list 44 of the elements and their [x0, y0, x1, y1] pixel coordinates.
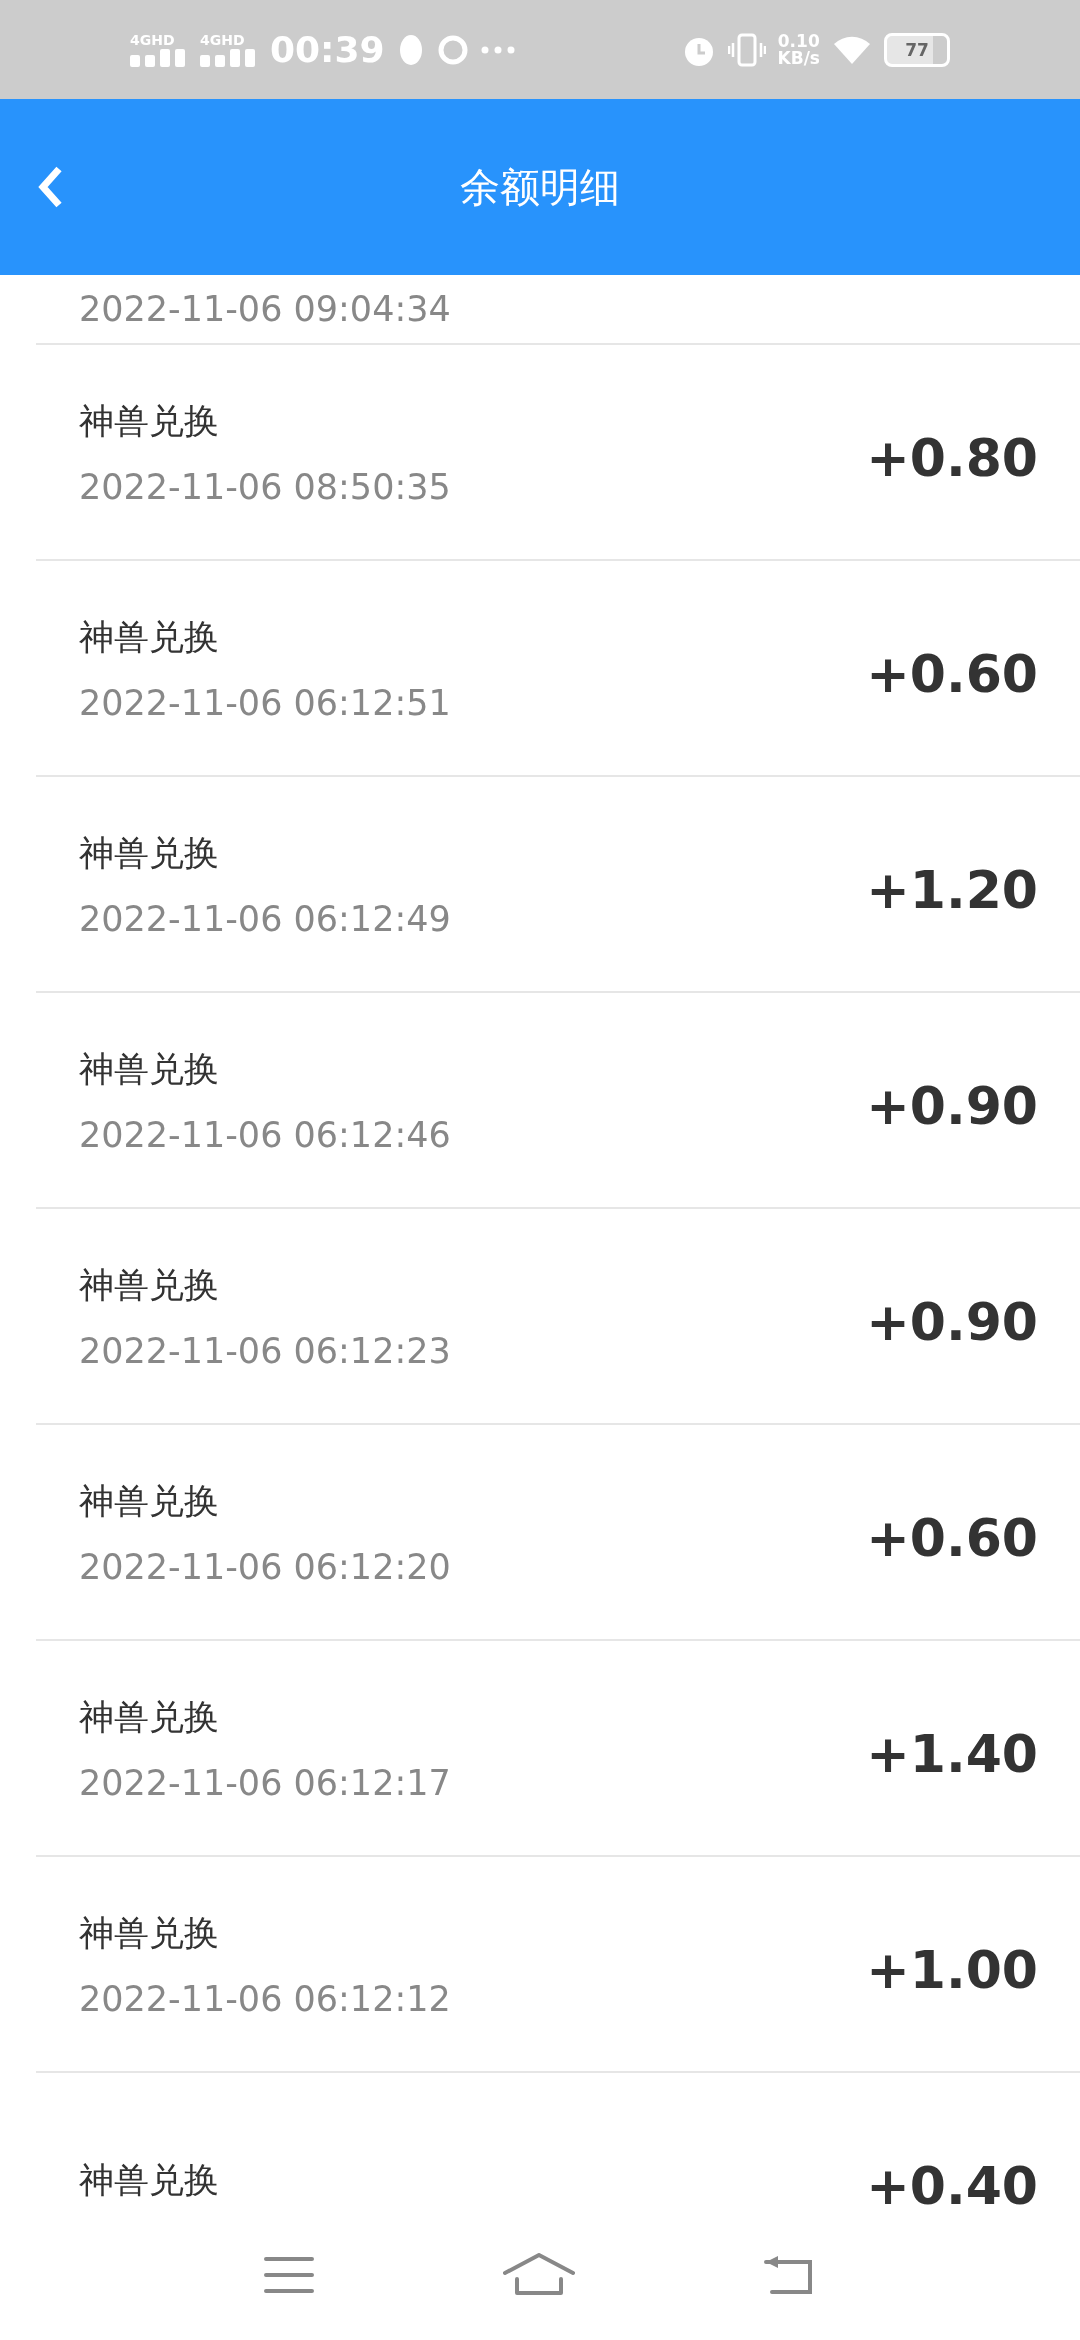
- record-row[interactable]: 神兽兑换 2022-11-06 08:50:35 +0.80: [36, 345, 1080, 561]
- record-time: 2022-11-06 08:50:35: [79, 466, 451, 507]
- record-time: 2022-11-06 06:12:23: [79, 1330, 451, 1371]
- record-title: 神兽兑换: [79, 1911, 220, 1955]
- signal-icon: [200, 48, 258, 67]
- record-title: 神兽兑换: [79, 1695, 220, 1739]
- record-amount: +1.40: [866, 1724, 1038, 1784]
- record-time: 2022-11-06 06:12:12: [79, 1978, 451, 2019]
- signal-icon: [130, 48, 188, 67]
- record-title: 神兽兑换: [79, 831, 220, 875]
- record-amount: +0.40: [866, 2156, 1038, 2210]
- record-time: 2022-11-06 06:12:17: [79, 1762, 451, 1803]
- record-time: 2022-11-06 06:12:20: [79, 1546, 451, 1587]
- home-icon[interactable]: [503, 2253, 575, 2297]
- record-title: 神兽兑换: [79, 2158, 219, 2202]
- record-row[interactable]: 神兽兑换 2022-11-06 06:12:23 +0.90: [36, 1209, 1080, 1425]
- record-row[interactable]: 神兽兑换 2022-11-06 06:12:49 +1.20: [36, 777, 1080, 993]
- record-time: 2022-11-06 06:12:46: [79, 1114, 451, 1155]
- record-amount: +1.00: [866, 1940, 1038, 2000]
- record-title: 神兽兑换: [79, 1479, 220, 1523]
- record-row[interactable]: 神兽兑换 2022-11-06 06:12:51 +0.60: [36, 561, 1080, 777]
- record-amount: +1.20: [866, 860, 1038, 920]
- record-title: 神兽兑换: [79, 1263, 220, 1307]
- more-icon: [480, 45, 515, 54]
- record-title: 神兽兑换: [79, 615, 220, 659]
- menu-icon[interactable]: [264, 2256, 315, 2294]
- record-amount: +0.80: [866, 428, 1038, 488]
- record-title: 神兽兑换: [79, 399, 220, 443]
- record-title: 神兽兑换: [79, 1047, 220, 1091]
- battery-indicator: 77: [884, 32, 950, 67]
- record-time: 2022-11-06 06:12:51: [79, 682, 451, 723]
- page-title: 余额明细: [460, 162, 620, 212]
- record-time: 2022-11-06 06:12:49: [79, 898, 451, 939]
- record-row[interactable]: 神兽兑换 2022-11-06 06:12:12 +1.00: [36, 1857, 1080, 2073]
- record-amount: +0.90: [866, 1076, 1038, 1136]
- record-amount: +0.60: [866, 644, 1038, 704]
- record-row[interactable]: 神兽兑换 2022-11-06 06:12:20 +0.60: [36, 1425, 1080, 1641]
- record-row[interactable]: 神兽兑换 2022-11-06 06:12:46 +0.90: [36, 993, 1080, 1209]
- vibrate-icon: [727, 32, 766, 67]
- record-time: 2022-11-06 09:04:34: [79, 289, 451, 329]
- record-amount: +0.90: [866, 1292, 1038, 1352]
- record-row[interactable]: 神兽兑换 2022-11-06 06:12:17 +1.40: [36, 1641, 1080, 1857]
- record-amount: +0.60: [866, 1508, 1038, 1568]
- record-row[interactable]: 2022-11-06 09:04:34: [36, 275, 1080, 345]
